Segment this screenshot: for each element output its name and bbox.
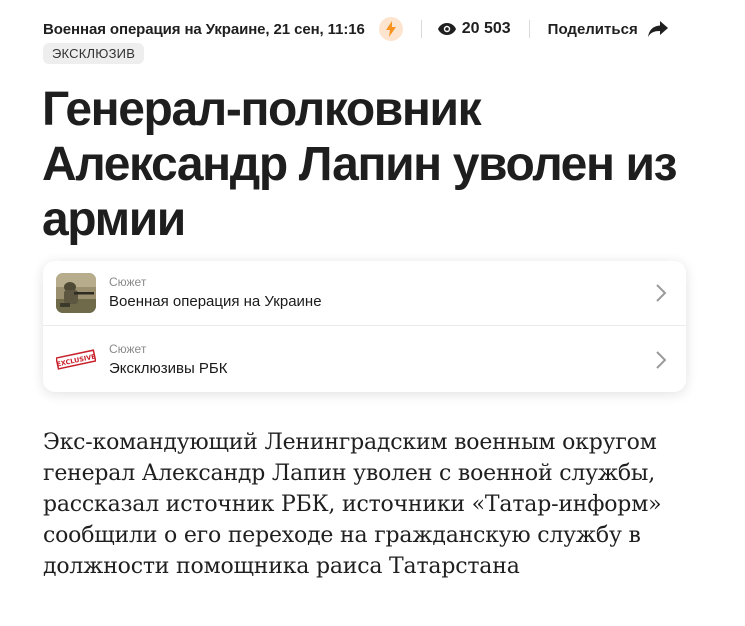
- story-title: Эксклюзивы РБК: [109, 359, 228, 377]
- views-count: 20 503: [461, 20, 511, 37]
- exclusive-stamp-thumbnail: EXCLUSIVE: [56, 339, 96, 380]
- share-button[interactable]: Поделиться: [528, 20, 668, 38]
- article-headline: Генерал-полковник Александр Лапин уволен…: [42, 83, 677, 246]
- chevron-right-icon: [656, 350, 667, 369]
- story-item-military-operation[interactable]: Сюжет Военная операция на Украине: [43, 261, 686, 326]
- share-label: Поделиться: [547, 20, 638, 38]
- story-item-rbc-exclusives[interactable]: EXCLUSIVE Сюжет Эксклюзивы РБК: [43, 327, 686, 392]
- stories-card: Сюжет Военная операция на Украине EXCLUS…: [43, 261, 686, 392]
- eye-icon: [437, 23, 456, 35]
- exclusive-badge: ЭКСКЛЮЗИВ: [43, 43, 145, 64]
- category-date[interactable]: Военная операция на Украине, 21 сен, 11:…: [43, 21, 365, 38]
- lightning-icon: [378, 17, 403, 41]
- story-kicker: Сюжет: [109, 275, 147, 289]
- divider: [420, 20, 422, 38]
- share-arrow-icon: [647, 21, 668, 37]
- article-meta: Военная операция на Украине, 21 сен, 11:…: [43, 15, 683, 43]
- chevron-right-icon: [656, 284, 667, 302]
- story-title: Военная операция на Украине: [109, 293, 322, 310]
- article-lede: Экс-командующий Ленинградским военным ок…: [43, 430, 662, 579]
- soldier-photo-thumbnail: [56, 273, 96, 313]
- views-counter: 20 503: [437, 20, 511, 38]
- story-kicker: Сюжет: [109, 341, 147, 356]
